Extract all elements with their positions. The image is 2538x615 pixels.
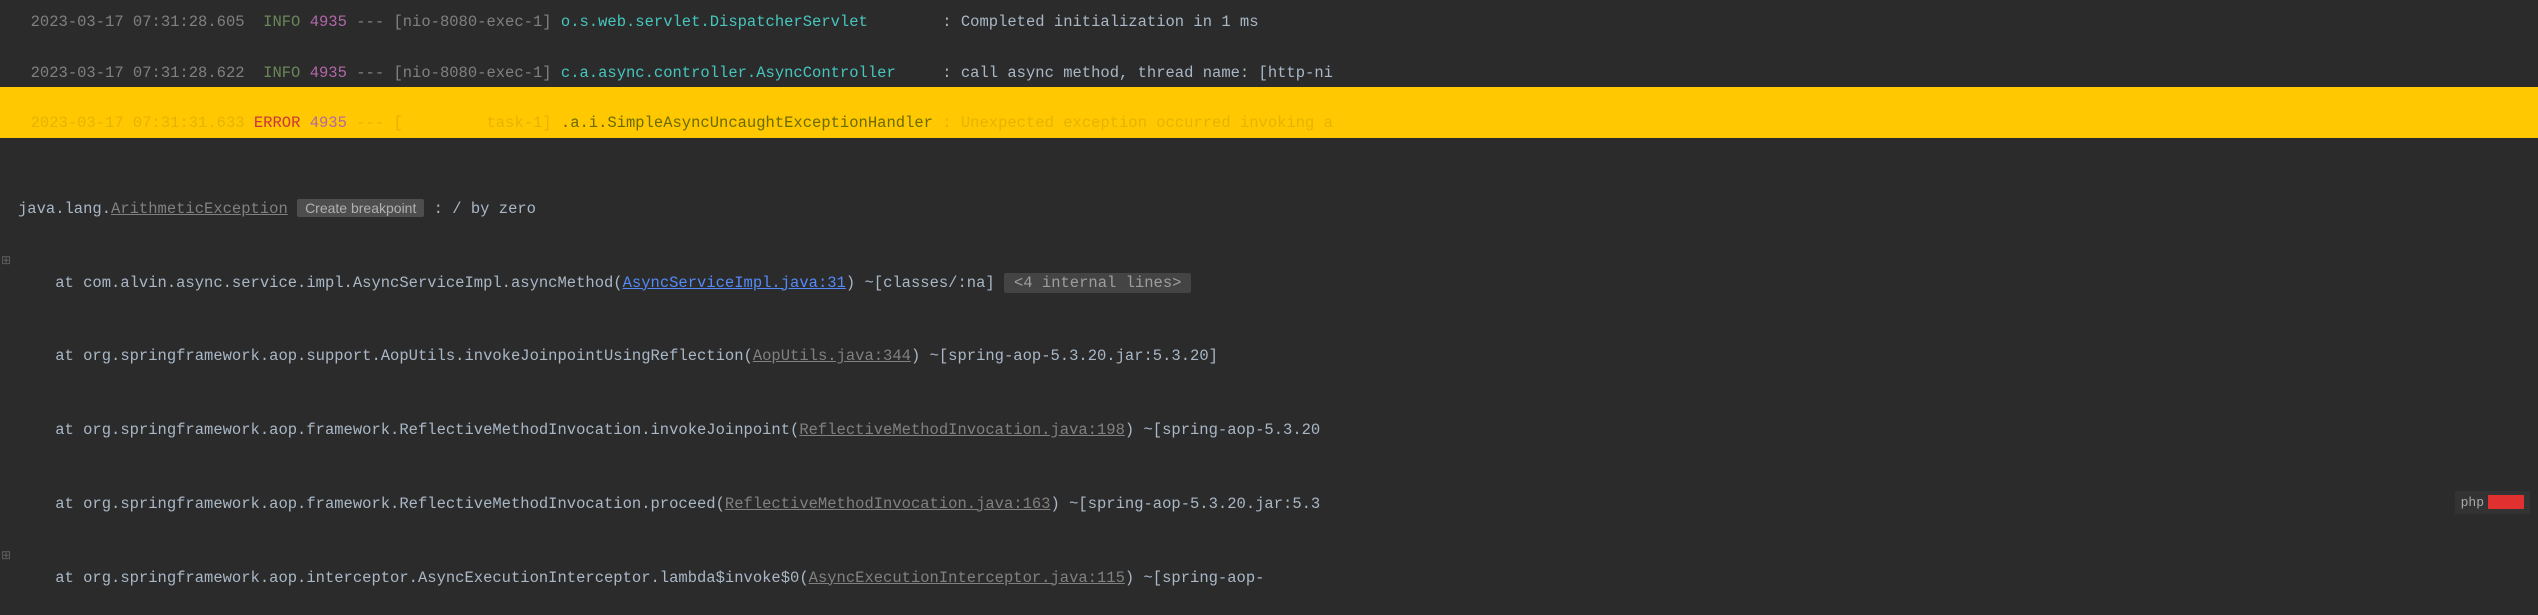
stack-at: at org.springframework.aop.interceptor.A…	[18, 569, 809, 587]
log-thread: [ task-1]	[393, 114, 551, 132]
error-log-line[interactable]: 2023-03-17 07:31:31.633 ERROR 4935 --- […	[0, 87, 2538, 138]
process-id: 4935	[310, 13, 347, 31]
process-id: 4935	[310, 64, 347, 82]
stack-at: at org.springframework.aop.framework.Ref…	[18, 495, 725, 513]
log-timestamp: 2023-03-17 07:31:28.605	[31, 13, 245, 31]
stack-suffix: ) ~[classes/:na]	[846, 274, 995, 292]
log-level: INFO	[263, 64, 300, 82]
exception-message: : / by zero	[424, 200, 536, 218]
stack-at: at com.alvin.async.service.impl.AsyncSer…	[18, 274, 623, 292]
logger-name: o.s.web.servlet.DispatcherServlet	[561, 13, 868, 31]
expand-icon[interactable]: ⊞	[1, 252, 11, 270]
log-timestamp: 2023-03-17 07:31:28.622	[31, 64, 245, 82]
process-id: 4935	[310, 114, 347, 132]
stack-suffix: ) ~[spring-aop-5.3.20.jar:5.3.20]	[911, 347, 1218, 365]
exception-header: java.lang.ArithmeticException Create bre…	[0, 173, 2538, 247]
log-colon: :	[942, 114, 961, 132]
stack-suffix: ) ~[spring-aop-5.3.20	[1125, 421, 1320, 439]
create-breakpoint-button[interactable]: Create breakpoint	[297, 199, 424, 217]
log-dashes: ---	[356, 64, 384, 82]
stack-at: at org.springframework.aop.framework.Ref…	[18, 421, 799, 439]
stack-frame: ⊞ at com.alvin.async.service.impl.AsyncS…	[0, 246, 2538, 320]
log-thread: [nio-8080-exec-1]	[393, 13, 551, 31]
exception-name[interactable]: ArithmeticException	[111, 200, 288, 218]
source-link[interactable]: AopUtils.java:344	[753, 347, 911, 365]
log-colon: :	[942, 64, 961, 82]
source-link[interactable]: AsyncExecutionInterceptor.java:115	[809, 569, 1125, 587]
log-message: Completed initialization in 1 ms	[961, 13, 1259, 31]
stacktrace-area: java.lang.ArithmeticException Create bre…	[0, 138, 2538, 615]
stack-suffix: ) ~[spring-aop-5.3.20.jar:5.3	[1050, 495, 1320, 513]
log-level: ERROR	[254, 114, 301, 132]
internal-lines-badge[interactable]: <4 internal lines>	[1004, 273, 1191, 293]
stack-at: at org.springframework.aop.support.AopUt…	[18, 347, 753, 365]
exception-prefix: java.lang.	[18, 200, 111, 218]
log-line: 2023-03-17 07:31:28.622 INFO 4935 --- [n…	[0, 37, 2538, 88]
log-message: Unexpected exception occurred invoking a	[961, 114, 1333, 132]
stack-frame: at org.springframework.aop.support.AopUt…	[0, 320, 2538, 394]
watermark-text: php	[2461, 493, 2484, 513]
source-link[interactable]: AsyncServiceImpl.java:31	[623, 274, 846, 292]
log-level: INFO	[263, 13, 300, 31]
watermark-icon	[2488, 495, 2524, 509]
stack-frame: ⊞ at org.springframework.aop.interceptor…	[0, 541, 2538, 615]
source-link[interactable]: ReflectiveMethodInvocation.java:198	[799, 421, 1125, 439]
source-link[interactable]: ReflectiveMethodInvocation.java:163	[725, 495, 1051, 513]
log-thread: [nio-8080-exec-1]	[393, 64, 551, 82]
log-line: 2023-03-17 07:31:28.605 INFO 4935 --- [n…	[0, 0, 2538, 37]
logger-name: .a.i.SimpleAsyncUncaughtExceptionHandler	[561, 114, 933, 132]
stack-suffix: ) ~[spring-aop-	[1125, 569, 1265, 587]
log-dashes: ---	[356, 13, 384, 31]
watermark-badge: php	[2455, 491, 2530, 515]
log-colon: :	[942, 13, 961, 31]
stack-frame: at org.springframework.aop.framework.Ref…	[0, 394, 2538, 468]
logger-name: c.a.async.controller.AsyncController	[561, 64, 896, 82]
log-timestamp: 2023-03-17 07:31:31.633	[31, 114, 245, 132]
log-dashes: ---	[356, 114, 384, 132]
expand-icon[interactable]: ⊞	[1, 547, 11, 565]
stack-frame: at org.springframework.aop.framework.Ref…	[0, 468, 2538, 542]
log-message: call async method, thread name: [http-ni	[961, 64, 1333, 82]
